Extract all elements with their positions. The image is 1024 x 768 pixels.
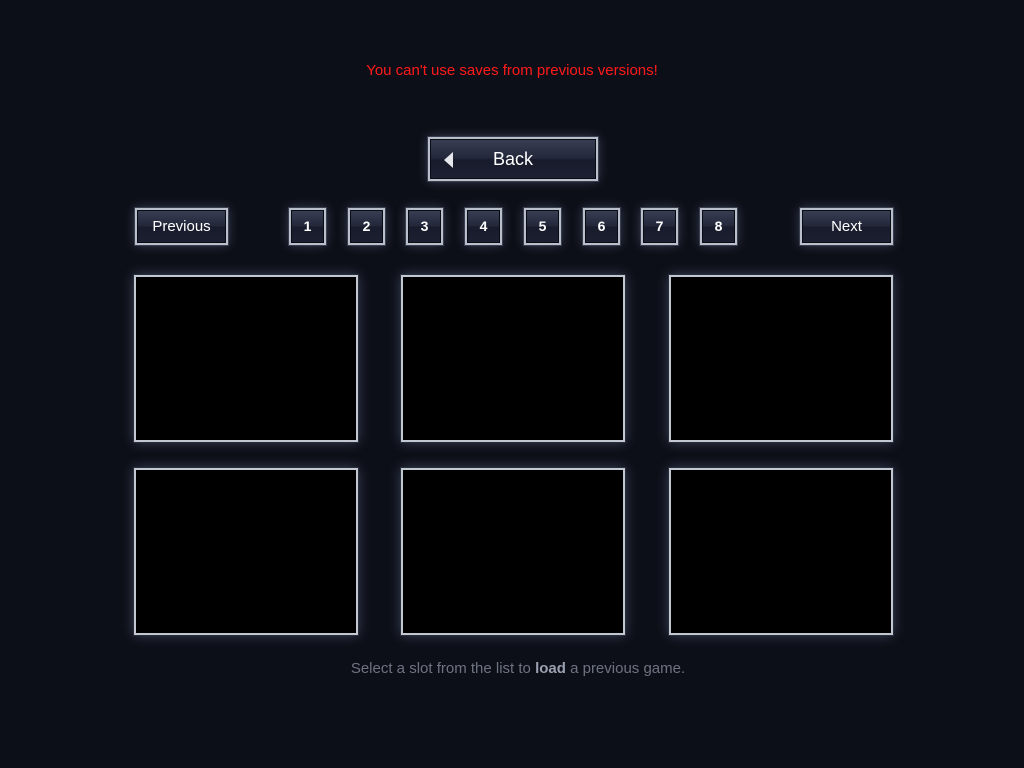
page-button-3[interactable]: 3 [406, 208, 443, 245]
page-button-2[interactable]: 2 [348, 208, 385, 245]
save-slot-6[interactable] [669, 468, 893, 635]
left-triangle-icon [444, 152, 453, 168]
back-button[interactable]: Back [428, 137, 598, 181]
next-page-button[interactable]: Next [800, 208, 893, 245]
back-button-label: Back [492, 149, 534, 169]
page-button-7[interactable]: 7 [641, 208, 678, 245]
instruction-prefix: Select a slot from the list to [350, 660, 536, 677]
instruction-suffix: a previous game. [565, 660, 686, 677]
page-button-4[interactable]: 4 [465, 208, 502, 245]
load-game-screen: You can't use saves from previous versio… [0, 0, 1024, 768]
save-slot-3[interactable] [669, 275, 893, 442]
page-button-6[interactable]: 6 [583, 208, 620, 245]
save-slot-4[interactable] [134, 468, 358, 635]
instruction-text: Select a slot from the list to load a pr… [0, 660, 1024, 677]
instruction-bold-word: load [535, 660, 566, 677]
page-button-5[interactable]: 5 [524, 208, 561, 245]
page-button-8[interactable]: 8 [700, 208, 737, 245]
previous-page-button[interactable]: Previous [135, 208, 228, 245]
save-slot-1[interactable] [134, 275, 358, 442]
page-button-1[interactable]: 1 [289, 208, 326, 245]
save-slot-5[interactable] [401, 468, 625, 635]
version-warning: You can't use saves from previous versio… [366, 62, 658, 79]
save-slot-2[interactable] [401, 275, 625, 442]
